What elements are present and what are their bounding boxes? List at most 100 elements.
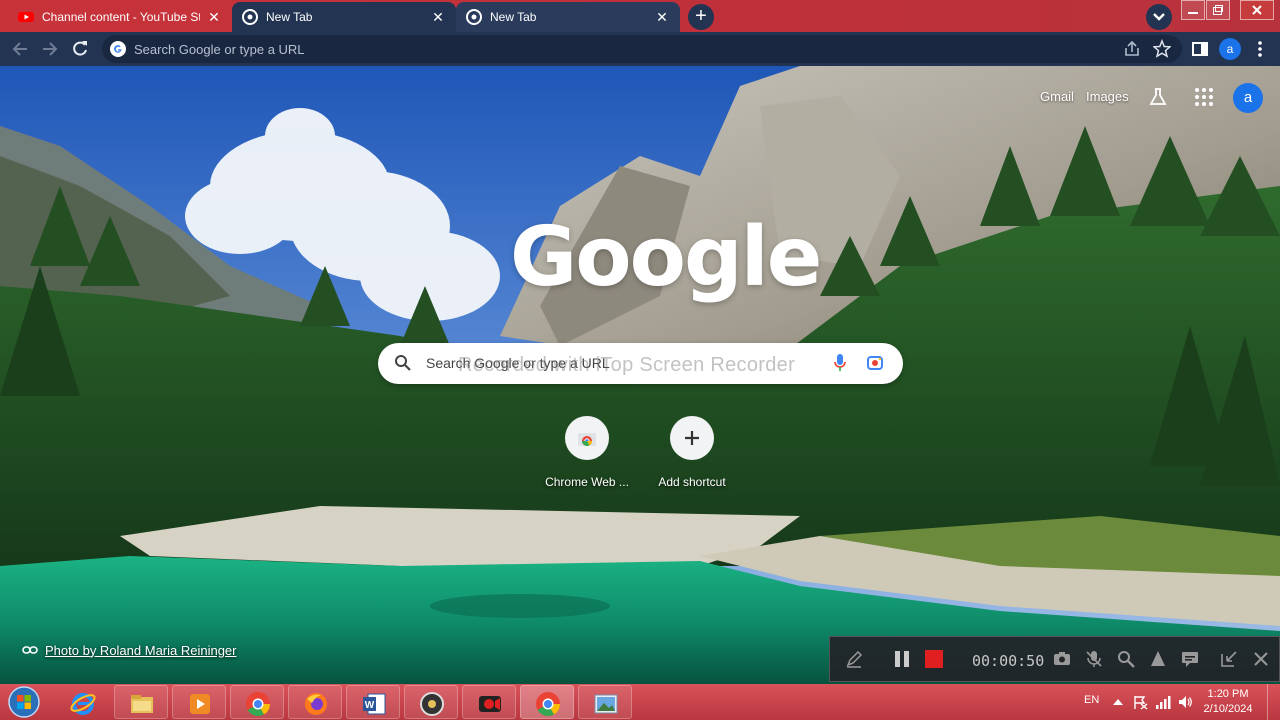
bookmark-star-button[interactable]	[1152, 38, 1172, 59]
taskbar-media-player[interactable]	[172, 685, 226, 719]
taskbar-chrome[interactable]	[230, 685, 284, 719]
volume-icon[interactable]	[1177, 694, 1193, 710]
side-panel-icon	[1192, 42, 1208, 56]
share-icon	[1125, 40, 1139, 56]
new-tab-page: Gmail Images a Google Search Google or t…	[0, 66, 1280, 684]
add-shortcut-button[interactable]: Add shortcut	[642, 416, 742, 489]
recording-elapsed-time: 00:00:50	[972, 652, 1045, 670]
browser-toolbar: Search Google or type a URL a	[0, 32, 1280, 66]
taskbar-file-explorer[interactable]	[114, 685, 168, 719]
chrome-icon	[246, 692, 270, 717]
star-icon	[1152, 38, 1172, 58]
back-button[interactable]	[10, 39, 30, 59]
pen-icon[interactable]	[844, 649, 864, 669]
restore-icon	[1213, 5, 1223, 15]
microphone-muted-icon[interactable]	[1084, 649, 1104, 669]
close-recorder-icon[interactable]	[1251, 649, 1271, 669]
reload-icon	[73, 41, 87, 56]
photo-credit-link[interactable]: Photo by Roland Maria Reininger	[22, 642, 237, 658]
tab-search-button[interactable]	[1146, 4, 1172, 30]
gmail-link[interactable]: Gmail	[1040, 89, 1074, 104]
address-bar-placeholder: Search Google or type a URL	[134, 41, 305, 57]
start-button-icon[interactable]	[2, 684, 46, 720]
taskbar-media-app[interactable]	[404, 685, 458, 719]
minimize-icon	[1188, 12, 1198, 14]
forward-button[interactable]	[40, 39, 60, 59]
minimize-recorder-icon[interactable]	[1219, 649, 1239, 669]
chrome-icon	[466, 9, 482, 25]
profile-avatar-button[interactable]: a	[1219, 38, 1241, 60]
taskbar-word[interactable]: W	[346, 685, 400, 719]
google-lens-icon[interactable]	[866, 354, 884, 372]
labs-flask-icon[interactable]	[1147, 86, 1169, 108]
forward-arrow-icon	[43, 42, 58, 56]
voice-search-icon[interactable]	[833, 353, 847, 373]
share-button[interactable]	[1122, 39, 1142, 59]
browser-menu-button[interactable]	[1250, 39, 1270, 59]
subtitle-icon[interactable]	[1180, 649, 1200, 669]
taskbar-photos[interactable]	[578, 685, 632, 719]
shortcut-label: Chrome Web ...	[545, 475, 629, 489]
chrome-active-icon	[536, 692, 560, 717]
action-center-flag-icon[interactable]	[1132, 694, 1148, 710]
taskbar-firefox[interactable]	[288, 685, 342, 719]
address-bar[interactable]: Search Google or type a URL	[102, 35, 1182, 63]
link-icon	[22, 646, 38, 654]
maximize-button[interactable]	[1206, 0, 1230, 20]
close-window-button[interactable]	[1240, 0, 1274, 20]
shortcut-tile	[565, 416, 609, 460]
chevron-down-icon	[1153, 13, 1165, 21]
search-input[interactable]: Search Google or type a URL Recorded wit…	[378, 343, 903, 384]
tab-title: New Tab	[490, 10, 537, 24]
chrome-web-store-icon	[578, 433, 596, 446]
plus-icon	[685, 431, 699, 445]
new-tab-button[interactable]: +	[688, 4, 714, 30]
highlight-cone-icon[interactable]	[1148, 649, 1168, 669]
tab-new-tab[interactable]: New Tab ✕	[232, 2, 456, 32]
search-icon	[395, 355, 411, 371]
google-logo: Google	[510, 210, 822, 305]
internet-explorer-icon	[70, 693, 96, 715]
images-link[interactable]: Images	[1086, 89, 1129, 104]
taskbar-chrome-active[interactable]	[520, 685, 574, 719]
media-app-icon	[420, 692, 444, 716]
zoom-icon[interactable]	[1116, 649, 1136, 669]
taskbar-screen-recorder[interactable]	[462, 685, 516, 719]
photo-credit-text: Photo by Roland Maria Reininger	[45, 642, 237, 658]
tab-new-tab-active[interactable]: New Tab ✕	[456, 2, 680, 32]
minimize-button[interactable]	[1181, 0, 1205, 20]
pause-icon[interactable]	[892, 649, 912, 669]
word-icon: W	[363, 693, 386, 715]
system-clock[interactable]: 1:20 PM 2/10/2024	[1198, 687, 1258, 717]
screenshot-camera-icon[interactable]	[1052, 649, 1072, 669]
google-apps-icon[interactable]	[1194, 87, 1214, 107]
photos-icon	[594, 694, 618, 714]
tab-title: Channel content - YouTube Studio	[42, 10, 200, 24]
screen-recorder-icon	[479, 696, 501, 712]
stop-icon[interactable]	[924, 649, 944, 669]
shortcut-chrome-web-store[interactable]: Chrome Web ...	[537, 416, 637, 489]
taskbar-internet-explorer[interactable]	[56, 685, 110, 719]
file-explorer-icon	[131, 695, 153, 713]
shortcut-tile	[670, 416, 714, 460]
clock-date: 2/10/2024	[1203, 703, 1253, 715]
tab-close-icon[interactable]: ✕	[654, 9, 670, 26]
tab-close-icon[interactable]: ✕	[430, 9, 446, 26]
reload-button[interactable]	[70, 39, 90, 59]
chrome-icon	[242, 9, 258, 25]
svg-text:W: W	[365, 700, 375, 711]
google-account-avatar[interactable]: a	[1233, 83, 1263, 113]
tab-title: New Tab	[266, 10, 313, 24]
tab-close-icon[interactable]: ✕	[206, 9, 222, 26]
language-indicator[interactable]: EN	[1084, 694, 1099, 706]
more-vertical-icon	[1258, 41, 1262, 57]
clock-time: 1:20 PM	[1207, 688, 1249, 700]
close-icon	[1252, 5, 1262, 15]
google-g-icon	[110, 41, 126, 57]
show-hidden-icons-icon[interactable]	[1110, 694, 1126, 710]
side-panel-button[interactable]	[1190, 39, 1210, 59]
tab-strip: Channel content - YouTube Studio ✕ New T…	[0, 0, 1280, 32]
tab-youtube-studio[interactable]: Channel content - YouTube Studio ✕	[8, 2, 232, 32]
network-signal-icon[interactable]	[1155, 694, 1171, 710]
show-desktop-button[interactable]	[1267, 684, 1280, 720]
